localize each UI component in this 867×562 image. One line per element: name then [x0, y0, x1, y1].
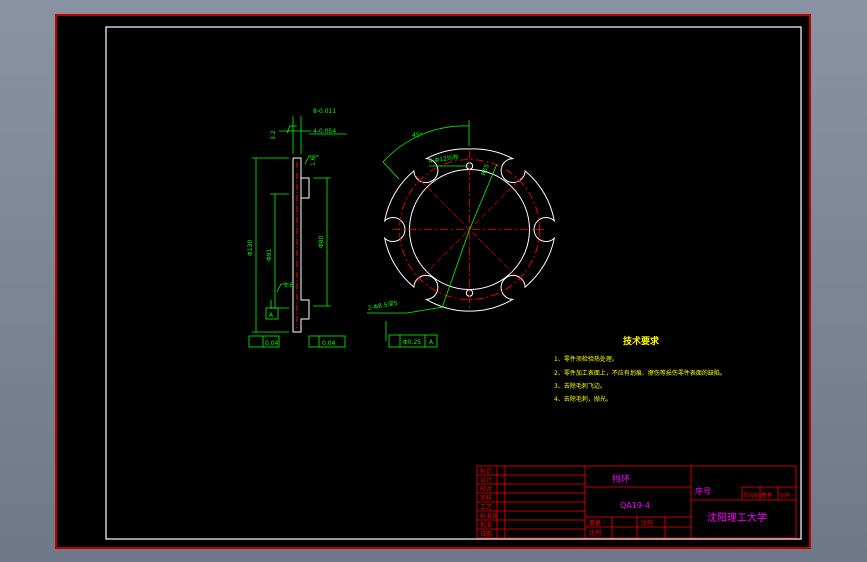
school-name: 沈阳理工大学 [707, 511, 767, 524]
cad-viewport[interactable]: 8-0.011 4-0.054 3.2 1.6 Φ130 Φ91 Φ80 1.6… [55, 14, 811, 549]
requirements-list: 1、零件须检验热处理。 2、零件加工表面上，不应有划痕、擦伤等损伤零件表面的缺陷… [554, 355, 726, 403]
sheet-border [105, 26, 802, 540]
section-view [292, 157, 310, 333]
dim-slots: 4-Φ12均布 [428, 153, 459, 165]
dim-outer-dia: Φ130 [247, 240, 254, 256]
dim-r1: 1.6 [310, 156, 317, 166]
tb-row-label: 日期 [480, 530, 492, 538]
tb-col-label: 重量 [762, 492, 772, 499]
requirement-item: 3、去除毛刺飞边。 [554, 382, 606, 390]
dim-ra: 3.2 [270, 130, 277, 140]
dim-angle: 45° [412, 132, 423, 139]
tol-left-value: 0.04 [265, 340, 279, 347]
tb-col-label: 阶段标记 [744, 492, 764, 499]
tb-row-label: 批准 [480, 521, 492, 529]
engineering-drawing: 8-0.011 4-0.054 3.2 1.6 Φ130 Φ91 Φ80 1.6… [105, 26, 802, 540]
part-code: QA19-4 [620, 501, 650, 510]
requirement-item: 2、零件加工表面上，不应有划痕、擦伤等损伤零件表面的缺陷。 [554, 369, 726, 377]
tb-row-label: 标记 [480, 467, 492, 475]
tb-col-label: 比例 [780, 492, 790, 499]
tb-scale-label: 比例 [641, 519, 653, 527]
dim-ra2: 1.6 [284, 282, 294, 289]
tol-right-value: 0.04 [322, 340, 336, 347]
pos-tol-datum: A [429, 339, 434, 346]
dim-bore-dia: Φ80 [318, 235, 325, 248]
dim-radius: R55 [480, 163, 491, 177]
dim-thickness: 8-0.011 [313, 108, 336, 115]
tb-row-label: 校对 [480, 485, 492, 493]
datum-a-label: A [269, 312, 274, 319]
requirements-title: 技术要求 [623, 335, 660, 347]
part-name: 挡环 [612, 473, 630, 485]
pos-tol-value: Φ0.25 [403, 339, 421, 346]
section-dims [248, 116, 347, 348]
tb-scale-label-2: 比例 [589, 529, 601, 537]
tb-row-label: 设计 [480, 476, 492, 484]
section-dim-text: 8-0.011 4-0.054 3.2 1.6 Φ130 Φ91 Φ80 1.6… [247, 108, 336, 347]
dim-chamfer: 4-0.054 [313, 128, 336, 135]
requirement-item: 4、去除毛刺，抛光。 [554, 395, 612, 403]
dim-holes: 2-Φ8.5深5 [367, 299, 398, 312]
tb-row-label: 审核 [480, 494, 492, 502]
tb-row-label: 标准化 [480, 512, 498, 520]
tb-weight-label: 重量 [589, 519, 601, 527]
tb-row-label: 工艺 [480, 503, 492, 511]
seq-label: 序号 [695, 486, 711, 496]
requirement-item: 1、零件须检验热处理。 [554, 355, 618, 363]
dim-inner-dia: Φ91 [266, 248, 273, 261]
